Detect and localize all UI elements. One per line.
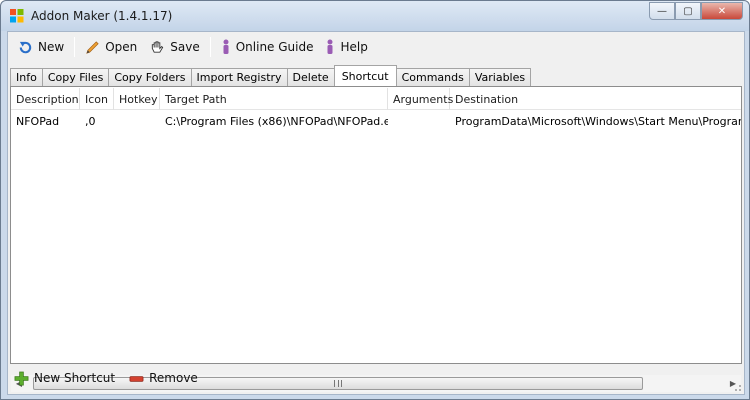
column-header-target-path[interactable]: Target Path <box>160 88 388 110</box>
info-pin-icon <box>223 39 229 54</box>
save-hand-icon <box>152 40 164 53</box>
minus-icon <box>129 375 144 382</box>
cell-arguments[interactable] <box>388 111 450 131</box>
toolbar: New Open Save Online Guide Help <box>8 32 744 62</box>
tab-strip: Info Copy Files Copy Folders Import Regi… <box>10 65 532 86</box>
tab-info[interactable]: Info <box>10 68 43 86</box>
window-controls: — ▢ ✕ <box>649 2 743 20</box>
cell-destination[interactable]: ProgramData\Microsoft\Windows\Start Menu… <box>450 111 741 131</box>
column-header-icon[interactable]: Icon <box>80 88 114 110</box>
app-window: Addon Maker (1.4.1.17) — ▢ ✕ New Open Sa… <box>0 0 750 400</box>
resize-grip-icon[interactable] <box>732 382 742 392</box>
column-header-destination[interactable]: Destination <box>450 88 741 110</box>
save-label: Save <box>170 40 200 54</box>
tab-import-registry[interactable]: Import Registry <box>190 68 288 86</box>
client-area: New Open Save Online Guide Help Info Cop… <box>7 31 745 395</box>
cell-description[interactable]: NFOPad <box>11 111 80 131</box>
plus-icon <box>14 371 29 385</box>
tab-delete[interactable]: Delete <box>286 68 335 86</box>
cell-target-path[interactable]: C:\Program Files (x86)\NFOPad\NFOPad.exe <box>160 111 388 131</box>
windows-logo-icon <box>10 9 24 23</box>
help-label: Help <box>340 40 368 54</box>
grid-header: Description Icon Hotkey Target Path Argu… <box>11 88 741 110</box>
online-guide-button[interactable]: Online Guide <box>215 36 320 58</box>
online-guide-label: Online Guide <box>235 40 314 54</box>
save-button[interactable]: Save <box>143 36 205 58</box>
toolbar-separator <box>74 37 76 57</box>
remove-label: Remove <box>149 371 198 385</box>
cell-icon[interactable]: ,0 <box>80 111 114 131</box>
close-button[interactable]: ✕ <box>701 2 743 20</box>
remove-button[interactable]: Remove <box>129 371 198 386</box>
column-header-arguments[interactable]: Arguments <box>388 88 453 110</box>
new-shortcut-button[interactable]: New Shortcut <box>14 371 115 386</box>
maximize-button[interactable]: ▢ <box>675 2 701 20</box>
column-header-description[interactable]: Description <box>11 88 80 110</box>
help-button[interactable]: Help <box>319 36 373 58</box>
tab-commands[interactable]: Commands <box>395 68 470 86</box>
pencil-icon <box>86 40 99 54</box>
new-shortcut-label: New Shortcut <box>34 371 116 385</box>
bottom-bar: New Shortcut Remove <box>14 366 212 390</box>
toolbar-separator <box>209 37 211 57</box>
title-bar[interactable]: Addon Maker (1.4.1.17) — ▢ ✕ <box>1 1 749 31</box>
tab-variables[interactable]: Variables <box>468 68 532 86</box>
cell-hotkey[interactable] <box>114 111 160 131</box>
tab-shortcut[interactable]: Shortcut <box>333 65 397 86</box>
tab-copy-folders[interactable]: Copy Folders <box>108 68 192 86</box>
table-row[interactable]: NFOPad ,0 C:\Program Files (x86)\NFOPad\… <box>11 111 741 131</box>
new-refresh-icon <box>19 41 32 53</box>
open-button[interactable]: Open <box>79 36 143 58</box>
help-pin-icon <box>327 39 333 54</box>
new-button[interactable]: New <box>12 36 70 58</box>
column-header-hotkey[interactable]: Hotkey <box>114 88 160 110</box>
new-label: New <box>38 40 65 54</box>
open-label: Open <box>105 40 138 54</box>
minimize-button[interactable]: — <box>649 2 675 20</box>
tab-copy-files[interactable]: Copy Files <box>41 68 110 86</box>
window-title: Addon Maker (1.4.1.17) <box>31 9 173 23</box>
shortcut-panel: Description Icon Hotkey Target Path Argu… <box>10 86 742 392</box>
grip-icon <box>334 380 342 387</box>
